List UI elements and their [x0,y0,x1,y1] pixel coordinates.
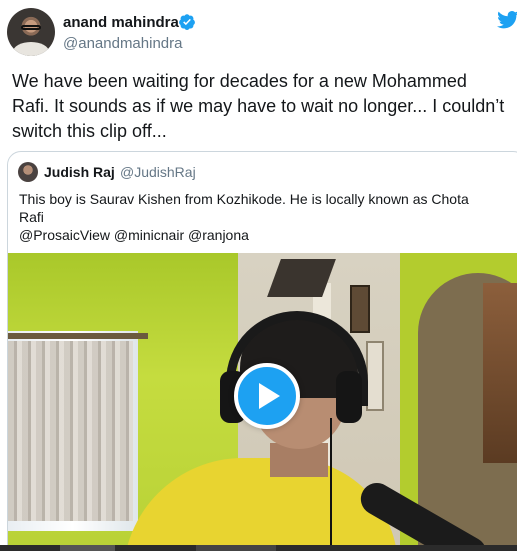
video-scene-curtain-rod [8,333,148,339]
play-icon [259,383,280,409]
play-button[interactable] [234,363,300,429]
avatar-glasses [21,25,41,30]
twitter-bird-icon[interactable] [497,10,517,30]
quoted-author-handle[interactable]: @JudishRaj [120,164,196,180]
tweet-card: anand mahindra @anandmahindra We have be… [0,0,517,551]
quoted-author-avatar[interactable] [18,162,38,182]
author-avatar[interactable] [7,8,55,56]
tweet-text: We have been waiting for decades for a n… [12,69,517,144]
avatar-shirt [13,42,49,56]
video-scene-painting [483,283,517,463]
tweet-text-line: switch this clip off... [12,121,167,141]
headphone-ear-right [336,371,362,423]
video-scene-frame [366,341,384,411]
verified-badge-icon [179,14,195,30]
quoted-tweet-text: This boy is Saurav Kishen from Kozhikode… [19,190,517,244]
author-handle[interactable]: @anandmahindra [63,35,182,52]
bottom-strip [0,545,517,551]
video-scene-frame [350,285,370,333]
quoted-tweet[interactable]: Judish Raj @JudishRaj This boy is Saurav… [7,151,517,551]
tweet-text-line: Rafi. It sounds as if we may have to wai… [12,96,505,116]
quoted-text-line: Rafi [19,209,44,225]
quoted-mentions[interactable]: @ProsaicView @minicnair @ranjona [19,226,517,244]
video-scene-cable [330,418,332,551]
author-name[interactable]: anand mahindra [63,14,179,31]
tweet-text-line: We have been waiting for decades for a n… [12,71,467,91]
quoted-author-name[interactable]: Judish Raj [44,164,115,180]
bottom-strip-segment [60,545,115,551]
bottom-strip-segment [196,545,276,551]
video-scene-curtain [8,341,133,521]
quoted-text-line: This boy is Saurav Kishen from Kozhikode… [19,191,469,207]
video-player[interactable] [8,253,517,551]
